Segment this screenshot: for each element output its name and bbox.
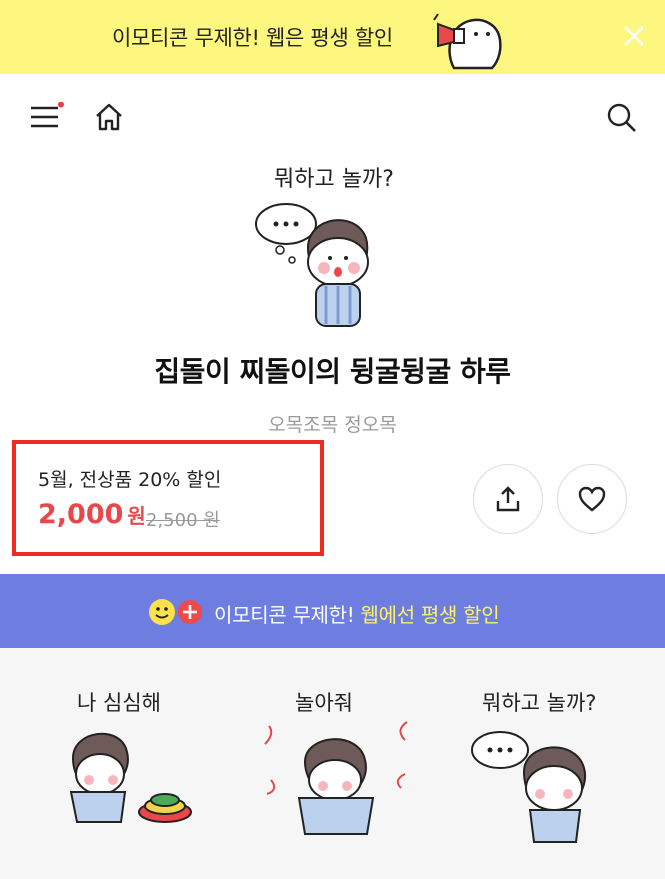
- sale-price-value: 2,000: [38, 499, 124, 530]
- sale-price: 2,000 원: [38, 499, 146, 530]
- home-icon[interactable]: [92, 100, 126, 134]
- close-icon[interactable]: [620, 22, 648, 50]
- share-icon: [496, 486, 520, 512]
- price-highlight-box: [12, 440, 324, 556]
- like-button[interactable]: [557, 464, 627, 534]
- author-name[interactable]: 오목조목 정오목: [0, 410, 665, 437]
- original-price: 2,500 원: [146, 510, 220, 531]
- banner-text[interactable]: 이모티콘 무제한! 웹은 평생 할인: [112, 22, 393, 52]
- sticker-item[interactable]: 놀아줘: [255, 684, 425, 844]
- currency-label: 원: [127, 504, 146, 528]
- search-icon[interactable]: [604, 100, 638, 134]
- smile-plus-icon: [149, 599, 202, 625]
- sticker-item[interactable]: 뭐하고 놀까?: [460, 684, 630, 844]
- heart-icon: [578, 486, 606, 512]
- sticker-caption: 놀아줘: [295, 691, 353, 715]
- sticker-item[interactable]: 나 심심해: [55, 684, 225, 844]
- promo-label: 5월, 전상품 20% 할인: [38, 469, 222, 491]
- share-button[interactable]: [473, 464, 543, 534]
- menu-icon[interactable]: [28, 102, 64, 132]
- sticker-caption: 나 심심해: [77, 691, 161, 715]
- promo-bar-text: 이모티콘 무제한! 웹에선 평생 할인: [214, 599, 500, 628]
- sticker-caption: 뭐하고 놀까?: [482, 691, 596, 715]
- megaphone-mascot-icon: [432, 13, 502, 70]
- notification-dot: [58, 102, 64, 108]
- hero-speech-text: 뭐하고 놀까?: [274, 167, 394, 192]
- promo-text-plain: 이모티콘 무제한!: [214, 603, 361, 627]
- promo-text-highlight: 웹에선 평생 할인: [360, 603, 500, 627]
- product-title: 집돌이 찌돌이의 뒹굴뒹굴 하루: [154, 355, 511, 388]
- hero-sticker-image: 뭐하고 놀까?: [255, 167, 394, 327]
